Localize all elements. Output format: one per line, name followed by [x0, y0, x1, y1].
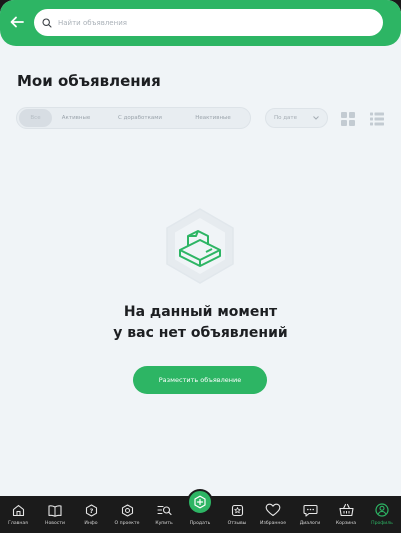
sort-dropdown[interactable]: По дате	[265, 108, 328, 128]
empty-state-line-1: На данный момент	[123, 304, 278, 320]
search-list-icon	[156, 505, 172, 515]
sell-fab-button[interactable]	[187, 489, 213, 515]
nav-label-cart: Корзина	[335, 521, 357, 526]
nav-label-dialogs: Диалоги	[299, 521, 321, 526]
user-icon	[375, 503, 389, 517]
filter-tab-active[interactable]: Активные	[52, 109, 100, 127]
app-screen: Мои объявления Все Активные С доработкам…	[0, 0, 401, 533]
nav-label-favorites: Избранное	[259, 521, 287, 526]
nav-label-info: Инфо	[84, 521, 98, 526]
list-view-icon[interactable]	[370, 111, 384, 126]
svg-text:?: ?	[89, 507, 93, 515]
empty-state-line-2: у вас нет объявлений	[113, 325, 288, 341]
grid-view-icon[interactable]	[341, 111, 355, 126]
filter-tab-all[interactable]: Все	[19, 109, 52, 127]
nav-label-sell: Продать	[189, 521, 211, 526]
chat-icon	[302, 504, 318, 517]
search-input[interactable]	[58, 18, 358, 27]
nav-label-home: Главная	[8, 521, 28, 526]
place-listing-button[interactable]: Разместить объявление	[133, 366, 267, 394]
book-icon	[48, 504, 62, 517]
nav-item-reviews[interactable]: Отзывы	[224, 496, 250, 533]
filter-tab-needs-fixes[interactable]: С доработками	[100, 109, 180, 127]
star-badge-icon	[231, 504, 243, 516]
nav-item-home[interactable]: Главная	[5, 496, 31, 533]
sort-label: По дате	[274, 115, 298, 121]
page-title: Мои объявления	[17, 72, 161, 90]
nav-item-dialogs[interactable]: Диалоги	[296, 496, 324, 533]
nav-item-info[interactable]: ? Инфо	[79, 496, 103, 533]
search-box[interactable]	[34, 9, 383, 36]
nav-item-cart[interactable]: Корзина	[332, 496, 360, 533]
status-filter-tabs: Все Активные С доработками Неактивные	[16, 107, 251, 129]
empty-state-message: На данный момент у вас нет объявлений	[0, 302, 401, 344]
nav-label-profile: Профиль	[371, 521, 393, 526]
nav-label-news: Новости	[45, 521, 65, 526]
question-icon: ?	[85, 503, 97, 517]
settings-icon	[121, 503, 133, 517]
nav-item-buy[interactable]: Купить	[151, 496, 177, 533]
nav-label-buy: Купить	[155, 521, 173, 526]
home-icon	[12, 504, 24, 516]
basket-icon	[338, 503, 354, 517]
nav-item-news[interactable]: Новости	[42, 496, 68, 533]
empty-box-icon	[160, 206, 240, 286]
nav-item-favorites[interactable]: Избранное	[257, 496, 289, 533]
header-bar	[0, 0, 401, 46]
search-icon	[42, 17, 52, 28]
plus-circle-icon	[194, 495, 206, 509]
heart-icon	[265, 503, 281, 517]
nav-label-reviews: Отзывы	[227, 521, 247, 526]
chevron-down-icon	[313, 116, 319, 120]
nav-item-about[interactable]: О проекте	[111, 496, 143, 533]
back-arrow-icon[interactable]	[8, 12, 26, 32]
nav-item-profile[interactable]: Профиль	[369, 496, 395, 533]
filter-tab-inactive[interactable]: Неактивные	[180, 109, 246, 127]
nav-label-about: О проекте	[114, 521, 140, 526]
